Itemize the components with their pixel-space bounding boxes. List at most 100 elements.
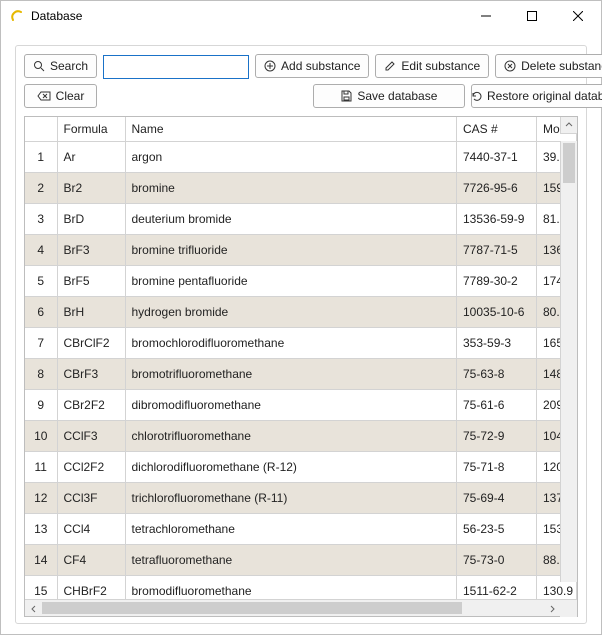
table-row[interactable]: 1Arargon7440-37-139.94 [25, 141, 577, 172]
restore-database-button[interactable]: Restore original database [471, 84, 602, 108]
cell-name[interactable]: trichlorofluoromethane (R-11) [125, 482, 457, 513]
cell-formula[interactable]: CHBrF2 [57, 575, 125, 599]
table-row[interactable]: 7CBrClF2bromochlorodifluoromethane353-59… [25, 327, 577, 358]
cell-cas[interactable]: 56-23-5 [457, 513, 537, 544]
search-button[interactable]: Search [24, 54, 97, 78]
cell-formula[interactable]: Ar [57, 141, 125, 172]
header-name[interactable]: Name [125, 117, 457, 141]
table-row[interactable]: 9CBr2F2dibromodifluoromethane75-61-6209.… [25, 389, 577, 420]
table-row[interactable]: 10CClF3chlorotrifluoromethane75-72-9104.… [25, 420, 577, 451]
cell-cas[interactable]: 13536-59-9 [457, 203, 537, 234]
table-row[interactable]: 5BrF5bromine pentafluoride7789-30-2174.8 [25, 265, 577, 296]
cell-idx[interactable]: 1 [25, 141, 57, 172]
cell-cas[interactable]: 75-61-6 [457, 389, 537, 420]
cell-idx[interactable]: 10 [25, 420, 57, 451]
cell-formula[interactable]: CCl2F2 [57, 451, 125, 482]
cell-formula[interactable]: Br2 [57, 172, 125, 203]
cell-name[interactable]: tetrachloromethane [125, 513, 457, 544]
add-substance-button[interactable]: Add substance [255, 54, 369, 78]
cell-cas[interactable]: 75-73-0 [457, 544, 537, 575]
vertical-scroll-thumb[interactable] [563, 143, 575, 183]
cell-cas[interactable]: 7787-71-5 [457, 234, 537, 265]
save-database-button[interactable]: Save database [313, 84, 465, 108]
cell-idx[interactable]: 14 [25, 544, 57, 575]
cell-name[interactable]: bromine [125, 172, 457, 203]
cell-formula[interactable]: CF4 [57, 544, 125, 575]
header-cas[interactable]: CAS # [457, 117, 537, 141]
cell-formula[interactable]: BrF5 [57, 265, 125, 296]
cell-cas[interactable]: 353-59-3 [457, 327, 537, 358]
cell-name[interactable]: hydrogen bromide [125, 296, 457, 327]
cell-name[interactable]: chlorotrifluoromethane [125, 420, 457, 451]
substance-grid[interactable]: Formula Name CAS # Mol. 1Arargon7440-37-… [24, 116, 578, 617]
scroll-left-button[interactable] [25, 600, 42, 617]
table-row[interactable]: 4BrF3bromine trifluoride7787-71-5136.8 [25, 234, 577, 265]
cell-name[interactable]: argon [125, 141, 457, 172]
clear-button[interactable]: Clear [24, 84, 97, 108]
cell-formula[interactable]: BrF3 [57, 234, 125, 265]
cell-formula[interactable]: CBr2F2 [57, 389, 125, 420]
cell-cas[interactable]: 75-69-4 [457, 482, 537, 513]
table-row[interactable]: 13CCl4tetrachloromethane56-23-5153.8 [25, 513, 577, 544]
cell-name[interactable]: dichlorodifluoromethane (R-12) [125, 451, 457, 482]
header-formula[interactable]: Formula [57, 117, 125, 141]
table-row[interactable]: 3BrDdeuterium bromide13536-59-981.91 [25, 203, 577, 234]
cell-cas[interactable]: 75-63-8 [457, 358, 537, 389]
cell-idx[interactable]: 7 [25, 327, 57, 358]
search-input[interactable] [103, 55, 249, 79]
scroll-right-button[interactable] [543, 600, 560, 617]
cell-idx[interactable]: 9 [25, 389, 57, 420]
cell-idx[interactable]: 4 [25, 234, 57, 265]
cell-idx[interactable]: 5 [25, 265, 57, 296]
table-row[interactable]: 15CHBrF2bromodifluoromethane1511-62-2130… [25, 575, 577, 599]
cell-formula[interactable]: BrH [57, 296, 125, 327]
cell-cas[interactable]: 7789-30-2 [457, 265, 537, 296]
cell-name[interactable]: bromodifluoromethane [125, 575, 457, 599]
horizontal-scrollbar[interactable] [25, 599, 577, 616]
table-row[interactable]: 14CF4tetrafluoromethane75-73-088.00 [25, 544, 577, 575]
cell-name[interactable]: bromine pentafluoride [125, 265, 457, 296]
cell-cas[interactable]: 7726-95-6 [457, 172, 537, 203]
table-row[interactable]: 6BrHhydrogen bromide10035-10-680.91 [25, 296, 577, 327]
cell-idx[interactable]: 11 [25, 451, 57, 482]
cell-idx[interactable]: 12 [25, 482, 57, 513]
cell-cas[interactable]: 1511-62-2 [457, 575, 537, 599]
cell-idx[interactable]: 2 [25, 172, 57, 203]
cell-name[interactable]: bromotrifluoromethane [125, 358, 457, 389]
cell-cas[interactable]: 75-72-9 [457, 420, 537, 451]
cell-idx[interactable]: 8 [25, 358, 57, 389]
delete-substance-button[interactable]: Delete substance [495, 54, 602, 78]
edit-substance-button[interactable]: Edit substance [375, 54, 489, 78]
scroll-corner-top[interactable] [560, 117, 577, 134]
minimize-button[interactable] [463, 1, 509, 31]
vertical-scrollbar[interactable] [560, 141, 577, 582]
cell-name[interactable]: deuterium bromide [125, 203, 457, 234]
cell-idx[interactable]: 15 [25, 575, 57, 599]
table-row[interactable]: 12CCl3Ftrichlorofluoromethane (R-11)75-6… [25, 482, 577, 513]
cell-cas[interactable]: 7440-37-1 [457, 141, 537, 172]
cell-cas[interactable]: 75-71-8 [457, 451, 537, 482]
table-row[interactable]: 8CBrF3bromotrifluoromethane75-63-8148.9 [25, 358, 577, 389]
cell-formula[interactable]: CBrClF2 [57, 327, 125, 358]
cell-name[interactable]: dibromodifluoromethane [125, 389, 457, 420]
cell-name[interactable]: tetrafluoromethane [125, 544, 457, 575]
cell-idx[interactable]: 6 [25, 296, 57, 327]
close-button[interactable] [555, 1, 601, 31]
cell-idx[interactable]: 13 [25, 513, 57, 544]
table-row[interactable]: 11CCl2F2dichlorodifluoromethane (R-12)75… [25, 451, 577, 482]
table-row[interactable]: 2Br2bromine7726-95-6159.8 [25, 172, 577, 203]
cell-formula[interactable]: BrD [57, 203, 125, 234]
cell-name[interactable]: bromine trifluoride [125, 234, 457, 265]
horizontal-scroll-thumb[interactable] [42, 602, 462, 614]
app-icon [9, 8, 25, 24]
titlebar[interactable]: Database [1, 1, 601, 31]
cell-idx[interactable]: 3 [25, 203, 57, 234]
cell-formula[interactable]: CBrF3 [57, 358, 125, 389]
cell-formula[interactable]: CClF3 [57, 420, 125, 451]
cell-cas[interactable]: 10035-10-6 [457, 296, 537, 327]
cell-name[interactable]: bromochlorodifluoromethane [125, 327, 457, 358]
maximize-button[interactable] [509, 1, 555, 31]
cell-formula[interactable]: CCl4 [57, 513, 125, 544]
header-index[interactable] [25, 117, 57, 141]
cell-formula[interactable]: CCl3F [57, 482, 125, 513]
